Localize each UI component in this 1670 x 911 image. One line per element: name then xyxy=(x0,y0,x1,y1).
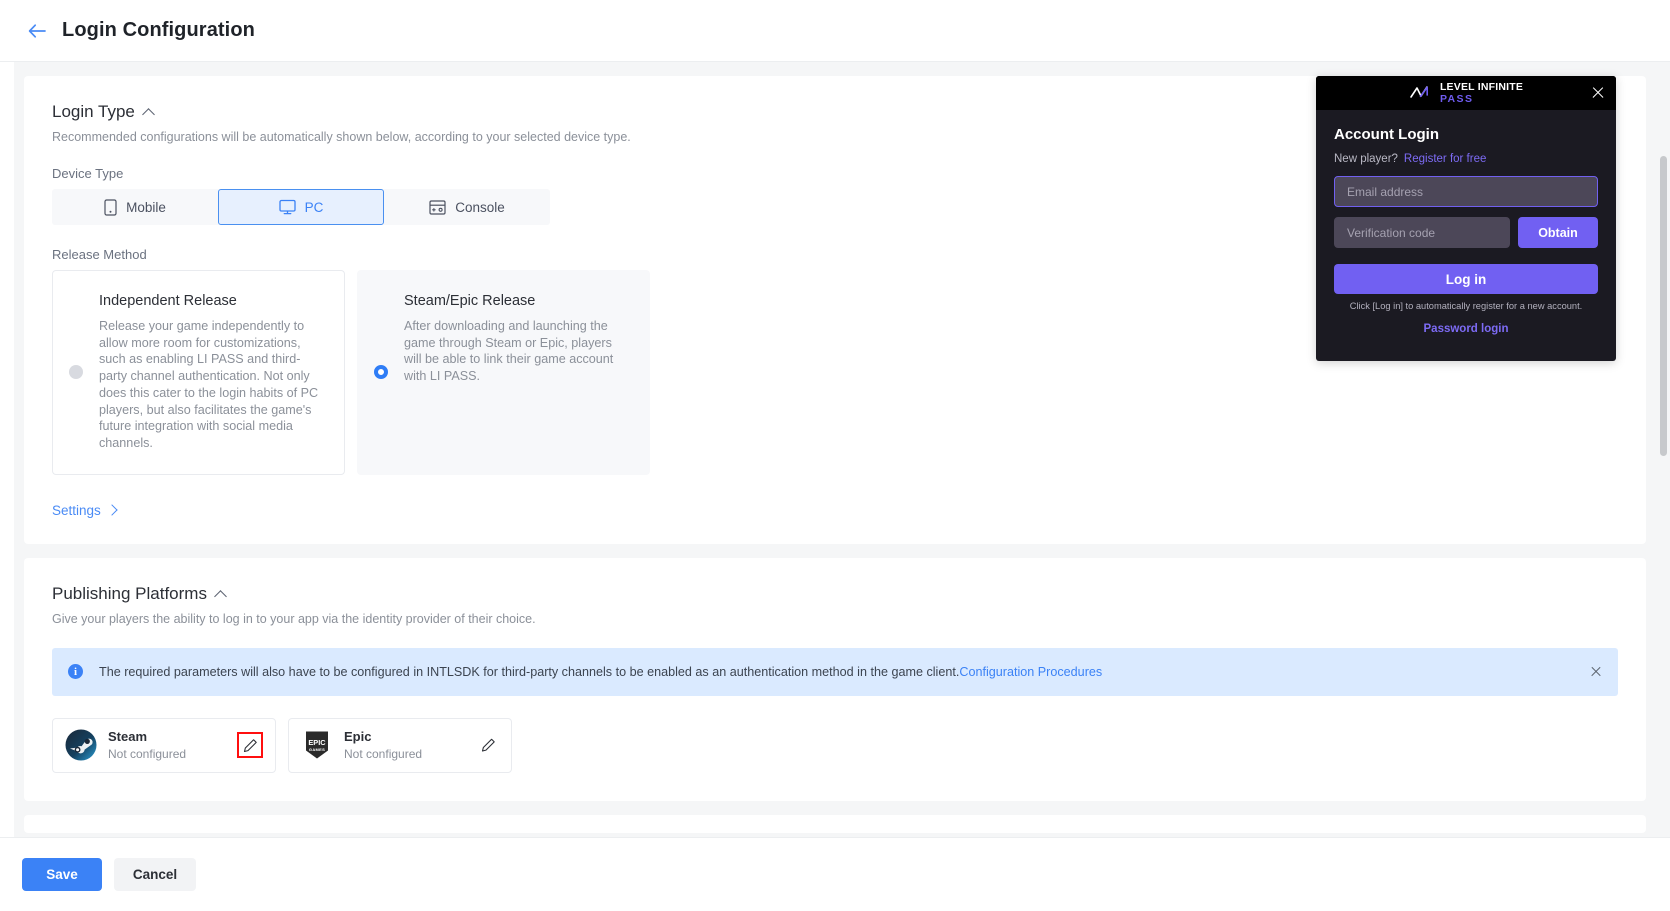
logo-line-1: LEVEL INFINITE xyxy=(1439,81,1524,93)
release-method-steam-epic-title: Steam/Epic Release xyxy=(404,293,536,309)
desktop-icon xyxy=(278,199,296,215)
login-hint-text: Click [Log in] to automatically register… xyxy=(1349,301,1583,311)
cancel-button[interactable]: Cancel xyxy=(114,858,196,891)
login-preview-body: Account Login New player? Register for fr… xyxy=(1316,110,1616,361)
login-preview-panel: LEVEL INFINITE PASS Account Login New pl… xyxy=(1316,76,1616,361)
release-method-independent[interactable]: Independent Release Release your game in… xyxy=(52,270,345,475)
login-type-card: Login Type Recommended configurations wi… xyxy=(24,76,1646,544)
console-icon xyxy=(429,199,446,215)
svg-text:EPIC: EPIC xyxy=(308,738,326,747)
level-infinite-pass-logo: LEVEL INFINITE PASS xyxy=(1409,82,1523,104)
new-player-row: New player? Register for free xyxy=(1334,153,1598,165)
info-banner: i The required parameters will also have… xyxy=(52,647,1618,696)
settings-link[interactable]: Settings xyxy=(52,502,118,518)
account-login-heading: Account Login xyxy=(1334,126,1439,143)
chevron-up-icon[interactable] xyxy=(143,106,155,118)
device-type-segmented-control: Mobile PC Console xyxy=(52,189,550,225)
radio-independent[interactable] xyxy=(69,365,83,380)
info-banner-message: The required parameters will also have t… xyxy=(99,664,960,679)
save-button[interactable]: Save xyxy=(22,858,102,891)
left-rail xyxy=(0,62,14,837)
platform-tile-epic[interactable]: EPIC GAMES Epic Not configured xyxy=(288,717,512,773)
epic-games-logo-icon: EPIC GAMES xyxy=(301,729,333,761)
password-login-link[interactable]: Password login xyxy=(1334,323,1598,335)
login-configuration-page: Login Configuration Login Type Recommend… xyxy=(0,0,1670,911)
register-link[interactable]: Register for free xyxy=(1404,153,1486,165)
verification-code-field[interactable]: Verification code xyxy=(1334,217,1510,248)
device-type-tab-pc[interactable]: PC xyxy=(218,189,384,225)
verification-row: Verification code Obtain xyxy=(1334,217,1598,248)
pencil-icon-epic[interactable] xyxy=(480,737,497,754)
chevron-up-icon[interactable] xyxy=(215,588,227,600)
obtain-button[interactable]: Obtain xyxy=(1518,217,1598,248)
platform-status-steam: Not configured xyxy=(108,747,187,762)
release-method-independent-title: Independent Release xyxy=(99,293,237,309)
mobile-icon xyxy=(104,198,117,216)
release-method-steam-epic-description: After downloading and launching the game… xyxy=(404,319,614,384)
svg-text:GAMES: GAMES xyxy=(309,747,325,752)
device-type-tab-pc-label: PC xyxy=(304,199,324,215)
publishing-platforms-title: Publishing Platforms xyxy=(52,583,207,603)
new-player-text: New player? xyxy=(1334,153,1398,165)
platform-tile-steam[interactable]: Steam Not configured xyxy=(52,717,276,773)
arrow-left-icon[interactable] xyxy=(24,18,50,44)
login-type-title: Login Type xyxy=(52,102,135,121)
release-method-independent-description: Release your game independently to allow… xyxy=(99,319,319,451)
device-type-tab-mobile-label: Mobile xyxy=(126,199,166,215)
settings-link-label: Settings xyxy=(52,502,101,518)
device-type-tab-console-label: Console xyxy=(455,199,505,215)
device-type-tab-console[interactable]: Console xyxy=(384,189,550,225)
release-method-steam-epic[interactable]: Steam/Epic Release After downloading and… xyxy=(357,270,650,475)
close-icon[interactable] xyxy=(1591,86,1605,100)
platform-status-epic: Not configured xyxy=(344,747,423,762)
log-in-button[interactable]: Log in xyxy=(1334,264,1598,294)
next-section-card-partial xyxy=(24,814,1646,833)
platform-name-epic: Epic xyxy=(344,729,372,745)
action-bar: Save Cancel xyxy=(0,837,1670,911)
radio-steam-epic[interactable] xyxy=(374,365,388,380)
platform-tiles: Steam Not configured EPIC GAMES Epic Not… xyxy=(52,717,1618,801)
page-content: Login Type Recommended configurations wi… xyxy=(14,62,1656,833)
publishing-platforms-header: Publishing Platforms xyxy=(52,584,1618,604)
publishing-platforms-card: Publishing Platforms Give your players t… xyxy=(24,557,1646,801)
chevron-right-icon xyxy=(106,504,118,517)
vertical-scrollbar xyxy=(1660,62,1667,837)
publishing-platforms-subtitle: Give your players the ability to log in … xyxy=(52,611,536,626)
pencil-icon-steam[interactable] xyxy=(237,732,263,759)
steam-logo-icon xyxy=(65,729,97,761)
info-banner-text: The required parameters will also have t… xyxy=(99,665,1102,679)
page-title: Login Configuration xyxy=(62,19,255,41)
page-scroll-area: Login Type Recommended configurations wi… xyxy=(0,62,1670,837)
configuration-procedures-link[interactable]: Configuration Procedures xyxy=(959,665,1102,679)
platform-name-steam: Steam xyxy=(108,729,148,745)
scrollbar-thumb[interactable] xyxy=(1660,156,1667,456)
device-type-tab-mobile[interactable]: Mobile xyxy=(52,189,218,225)
info-icon: i xyxy=(68,664,83,680)
page-header: Login Configuration xyxy=(0,0,1670,62)
email-field[interactable]: Email address xyxy=(1334,176,1598,207)
logo-line-2: PASS xyxy=(1439,92,1474,105)
login-preview-titlebar: LEVEL INFINITE PASS xyxy=(1316,76,1616,110)
close-icon[interactable] xyxy=(1590,666,1602,678)
